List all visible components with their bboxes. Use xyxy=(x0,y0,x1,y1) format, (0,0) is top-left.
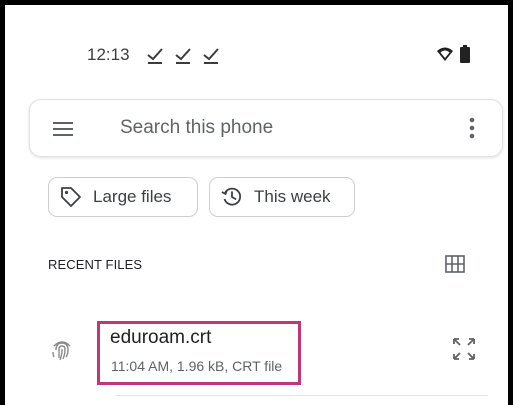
divider xyxy=(115,395,488,396)
phone-screen: 12:13 Search this phone Large files This… xyxy=(0,0,513,405)
chip-label: Large files xyxy=(93,187,172,206)
download-done-icon xyxy=(175,48,191,64)
grid-view-icon[interactable] xyxy=(445,255,465,273)
tag-icon xyxy=(61,187,81,207)
more-vert-icon[interactable] xyxy=(460,115,484,141)
status-right-icons xyxy=(436,45,470,63)
chip-this-week[interactable]: This week xyxy=(209,177,355,217)
wifi-icon xyxy=(437,47,453,61)
download-notifications xyxy=(145,45,221,65)
file-meta: 11:04 AM, 1.96 kB, CRT file xyxy=(111,358,283,374)
history-icon xyxy=(221,187,242,206)
recent-files-title: RECENT FILES xyxy=(48,257,143,272)
download-done-icon xyxy=(203,48,219,64)
fingerprint-icon xyxy=(52,341,71,361)
search-input[interactable]: Search this phone xyxy=(120,117,273,139)
battery-icon xyxy=(460,45,470,63)
file-name: eduroam.crt xyxy=(110,327,212,348)
status-bar: 12:13 xyxy=(5,35,508,75)
chip-label: This week xyxy=(254,187,331,206)
search-bar[interactable]: Search this phone xyxy=(29,99,503,157)
download-done-icon xyxy=(147,48,163,64)
list-item[interactable]: eduroam.crt 11:04 AM, 1.96 kB, CRT file xyxy=(5,310,508,390)
hamburger-menu-icon[interactable] xyxy=(52,118,74,140)
status-time: 12:13 xyxy=(87,45,130,64)
expand-icon[interactable] xyxy=(451,336,477,362)
chip-large-files[interactable]: Large files xyxy=(48,177,198,217)
